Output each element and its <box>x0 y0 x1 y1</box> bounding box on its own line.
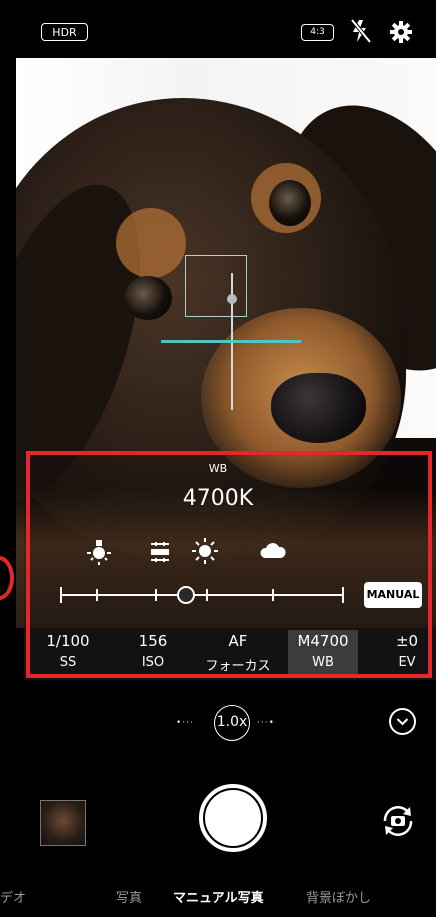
highlight-frame <box>26 451 432 678</box>
chevron-down-icon[interactable] <box>389 708 416 735</box>
zoom-dots: •··· <box>176 718 194 728</box>
mode-photo[interactable]: 写真 <box>116 887 142 906</box>
mode-manual-photo[interactable]: マニュアル写真 <box>173 887 264 906</box>
aspect-ratio-button[interactable]: 4:3 <box>301 24 334 41</box>
focus-frame[interactable] <box>185 255 247 317</box>
dog-eye <box>124 276 172 320</box>
gear-icon[interactable] <box>389 20 413 44</box>
gallery-thumbnail[interactable] <box>40 800 86 846</box>
zoom-dots: ···• <box>257 718 275 728</box>
dog-eyebrow-patch <box>116 208 186 278</box>
highlight-marker <box>0 556 14 600</box>
shutter-inner[interactable] <box>205 790 261 846</box>
flash-off-icon[interactable] <box>350 18 372 44</box>
hdr-toggle[interactable]: HDR <box>41 23 88 41</box>
dog-eye <box>269 180 311 226</box>
zoom-button[interactable]: 1.0x <box>214 705 250 741</box>
switch-camera-icon[interactable] <box>380 803 416 839</box>
mode-background-blur[interactable]: 背景ぼかし <box>306 887 371 906</box>
mode-video[interactable]: デオ <box>0 887 26 906</box>
dog-nose <box>271 373 366 443</box>
wb-indicator-line <box>161 340 301 343</box>
